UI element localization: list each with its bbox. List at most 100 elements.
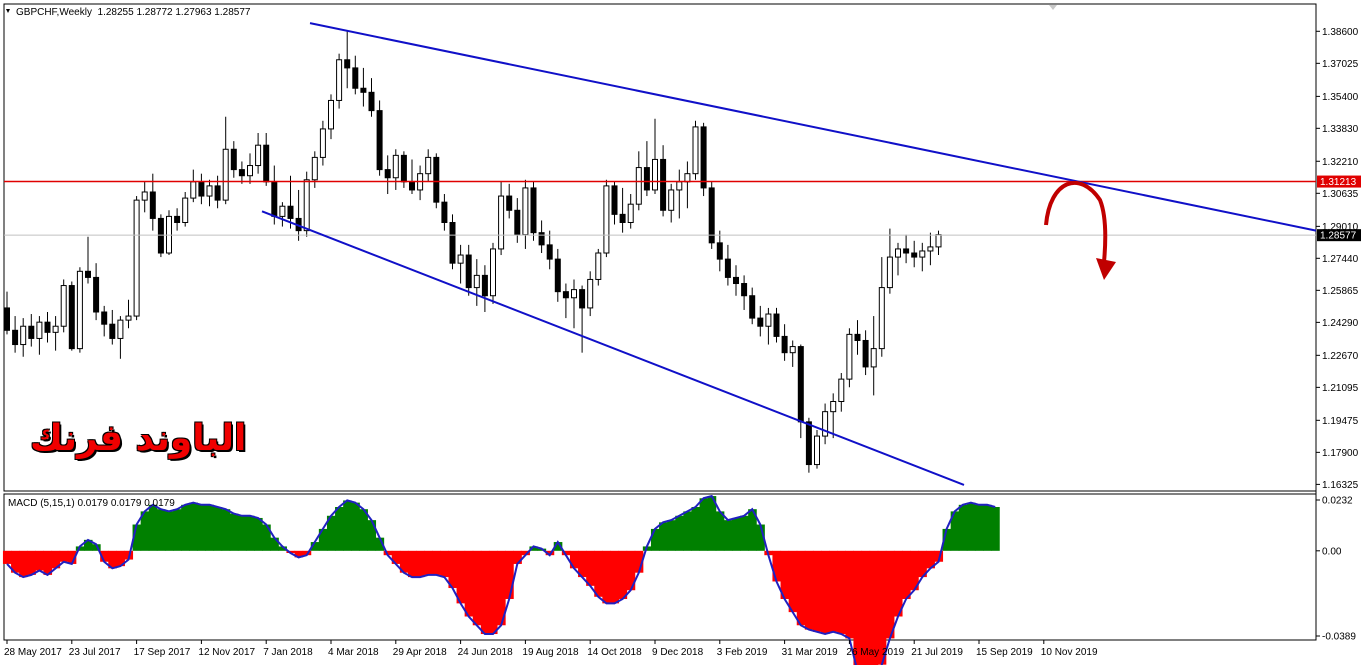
bear-candle-body [741,283,748,297]
bear-candle-body [749,295,756,319]
macd-positive-bar [229,513,239,551]
bull-candle-body [328,99,334,130]
macd-negative-bar [505,550,514,599]
bear-candle-body [101,311,108,325]
price-tick-label: 1.27440 [1322,254,1359,265]
bear-candle-body [797,346,804,423]
macd-header: MACD (5,15,1) 0.0179 0.0179 0.0179 [8,498,175,509]
macd-negative-bar [35,550,44,571]
candle [692,120,699,180]
bull-candle-body [603,185,610,254]
macd-positive-bar [181,504,190,551]
bear-candle-body [724,258,731,278]
bear-candle-body [214,185,221,201]
bear-candle-body [376,110,383,171]
candle [814,429,820,469]
bull-candle-body [457,254,464,264]
price-tick-label: 1.21095 [1322,383,1359,394]
macd-negative-bar [448,550,458,589]
time-tick-label: 26 May 2019 [846,647,904,658]
candle [433,153,440,209]
bull-candle-body [52,325,59,333]
price-tick-label: 1.35400 [1322,92,1359,103]
macd-negative-bar [804,550,814,630]
price-tick-label: 1.38600 [1322,27,1359,38]
brand-watermark: الباوند فرنك [30,418,247,459]
macd-positive-bar [699,498,709,551]
time-tick-label: 29 Apr 2018 [393,647,447,658]
bear-candle-body [862,339,869,368]
bull-candle-body [303,179,310,232]
candle [157,214,164,258]
macd-negative-bar [2,550,12,564]
bear-candle-body [174,215,181,223]
bear-candle-body [441,201,448,223]
bull-candle-body [652,158,658,191]
candle [76,267,83,353]
price-tick-label: 1.32210 [1322,157,1359,168]
macd-negative-bar [416,550,425,578]
bull-candle-body [765,313,772,327]
macd-negative-bar [464,550,474,617]
chart-canvas[interactable]: 1.38600 1.37025 1.35400 1.33830 1.32210 1.306… [0,0,1366,670]
macd-tick-label: 0.0232 [1322,496,1353,507]
bear-candle-body [619,213,626,223]
macd-negative-bar [772,550,782,582]
time-tick-label: 19 Aug 2018 [522,647,579,658]
bull-candle-body [60,285,67,327]
macd-positive-bar [367,520,377,551]
time-tick-label: 15 Sep 2019 [976,647,1033,658]
macd-positive-bar [205,504,215,551]
price-tick-label: 1.37025 [1322,59,1359,70]
macd-negative-bar [618,550,628,599]
bull-candle-body [846,333,853,380]
bull-candle-body [133,199,140,317]
bear-candle-body [384,169,391,179]
macd-negative-bar [602,550,611,604]
bear-candle-body [781,335,788,354]
bull-candle-body [635,167,642,205]
bull-candle-body [886,256,893,289]
bull-candle-body [336,59,343,101]
resistance-price-tag: 1.31213 [1317,175,1361,188]
candle [530,181,537,241]
bull-candle-body [117,319,124,339]
bull-candle-body [255,144,262,167]
macd-negative-bar [821,550,830,635]
bear-candle-body [643,167,650,191]
time-axis: 28 May 2017 23 Jul 2017 17 Sep 2017 12 Nov … [4,640,1098,658]
price-tick-label: 1.25865 [1322,286,1359,297]
macd-positive-bar [351,502,360,551]
time-tick-label: 7 Jan 2018 [263,647,313,658]
current-price-tag: 1.28577 [1317,229,1361,242]
time-tick-label: 9 Dec 2018 [652,647,704,658]
time-tick-label: 21 Jul 2019 [911,647,963,658]
bull-candle-body [870,348,877,368]
bear-candle-body [344,59,351,69]
bull-candle-body [76,270,83,350]
bull-candle-body [498,195,505,250]
macd-positive-bar [740,515,749,551]
macd-negative-bar [19,550,28,578]
candle [376,100,383,176]
bull-candle-body [789,346,796,354]
bear-candle-body [716,242,723,260]
macd-positive-bar [245,515,255,551]
bull-candle-body [206,185,213,197]
candle [490,242,496,304]
macd-negative-bar [837,550,846,635]
macd-negative-bar [407,550,417,578]
bull-candle-body [125,315,132,321]
price-tick-label: 1.17900 [1322,448,1359,459]
bear-candle-body [514,209,521,236]
macd-positive-bar [731,517,741,551]
price-tick-label: 1.16325 [1322,480,1359,491]
bear-candle-body [238,169,245,177]
macd-positive-bar [983,504,992,551]
macd-positive-bar [197,504,206,551]
candle [603,179,610,258]
bull-candle-body [36,321,43,339]
bull-candle-body [247,165,253,177]
bull-candle-body [311,156,318,181]
candle [846,328,853,388]
